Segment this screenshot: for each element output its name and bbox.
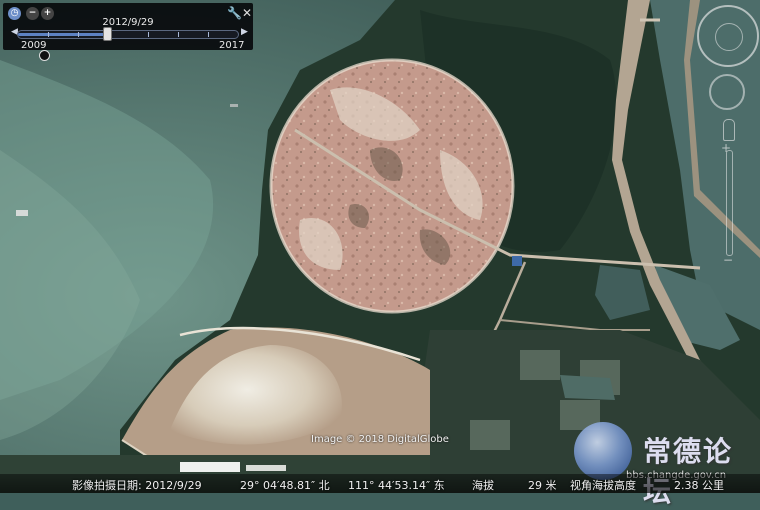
boat	[16, 210, 28, 216]
status-bar: 影像拍摄日期: 2012/9/29 29° 04′48.81″ 北 111° 4…	[0, 474, 760, 493]
time-tick	[208, 32, 209, 37]
white-buildings	[180, 462, 240, 472]
imagery-copyright: Image © 2018 DigitalGlobe	[311, 434, 449, 445]
time-tick	[148, 32, 149, 37]
pond-2	[560, 375, 615, 400]
elevation-label: 海拔	[472, 479, 494, 492]
look-joystick[interactable]	[709, 74, 745, 110]
latitude-readout: 29° 04′48.81″ 北	[240, 479, 330, 492]
white-buildings-2	[246, 465, 286, 471]
time-slider-thumb[interactable]	[103, 27, 112, 41]
elevation-value: 29 米	[528, 479, 557, 492]
historical-imagery-slider: ◷ − + 🔧 ✕ 2012/9/29 ◀ ▶ 2009 2017	[3, 3, 253, 51]
compass-inner-ring[interactable]	[715, 23, 743, 51]
current-date-label: 2012/9/29	[102, 17, 154, 28]
zoom-slider[interactable]	[726, 150, 733, 256]
step-forward-icon[interactable]: ▶	[241, 27, 248, 37]
time-tick	[78, 32, 79, 37]
compass-ring[interactable]	[697, 5, 759, 67]
time-track-fill	[18, 33, 107, 36]
capture-date: 影像拍摄日期: 2012/9/29	[72, 479, 202, 492]
longitude-readout: 111° 44′53.14″ 东	[348, 479, 445, 492]
time-track[interactable]	[17, 27, 239, 41]
north-indicator-icon[interactable]	[39, 50, 50, 61]
zoom-out-nav-icon[interactable]: −	[723, 253, 733, 267]
forum-logo-icon	[574, 422, 632, 480]
end-year-label: 2017	[219, 40, 245, 51]
street-view-pegman-icon[interactable]	[723, 119, 735, 141]
eye-altitude-value: 2.38 公里	[674, 479, 724, 492]
eye-altitude-label: 视角海拔高度	[570, 479, 636, 492]
boat-2	[230, 104, 238, 107]
time-tick	[178, 32, 179, 37]
satellite-map[interactable]	[0, 0, 760, 493]
bridge-marker	[512, 256, 522, 266]
time-tick	[48, 32, 49, 37]
